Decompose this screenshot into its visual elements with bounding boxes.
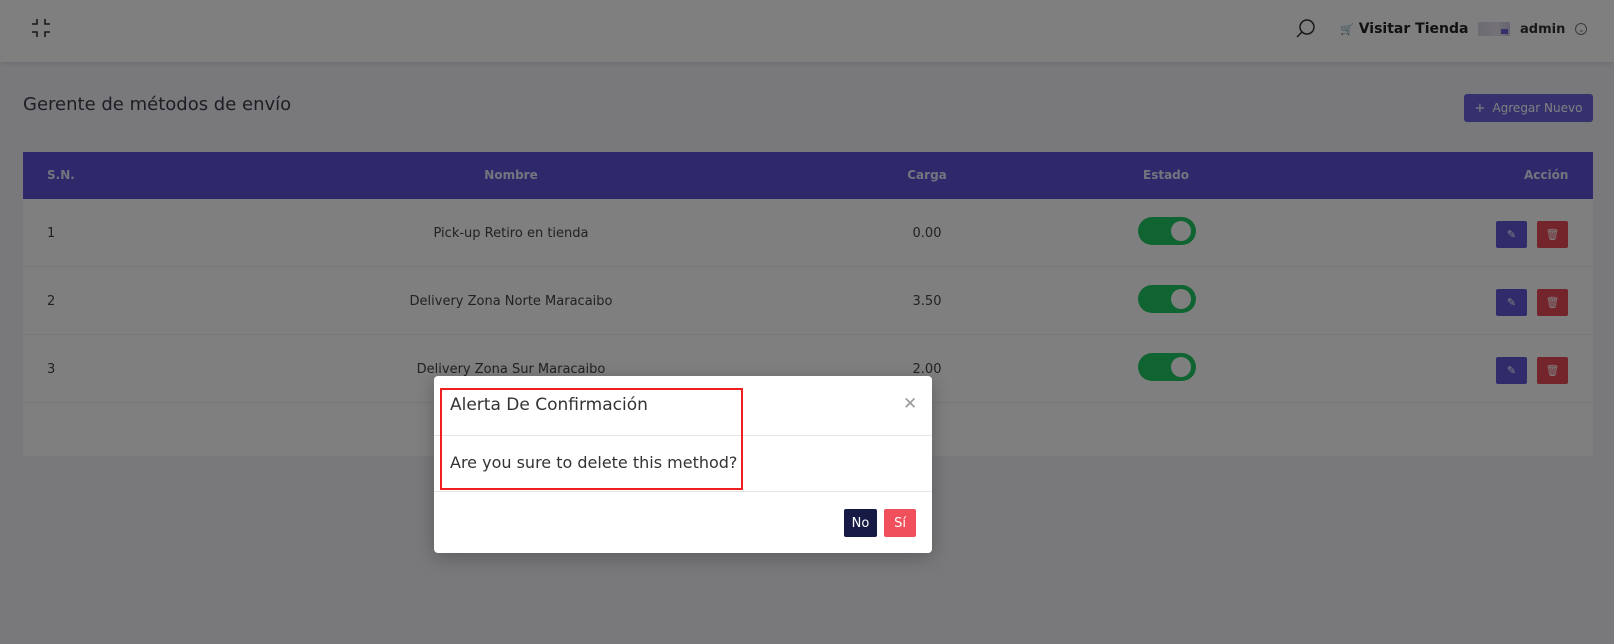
dialog-footer: No Sí [434,492,932,552]
close-icon[interactable]: ✕ [903,394,917,414]
no-button[interactable]: No [844,509,877,537]
yes-button[interactable]: Sí [884,509,916,537]
highlight-box [440,388,743,490]
